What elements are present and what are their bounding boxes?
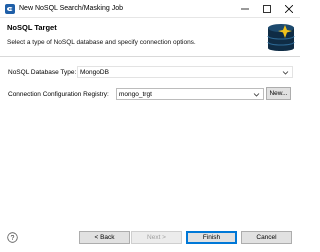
app-icon: [5, 4, 15, 14]
wizard-content: [0, 58, 300, 242]
close-button[interactable]: [278, 0, 300, 18]
back-button[interactable]: < Back: [79, 231, 130, 244]
db-type-value: MongoDB: [80, 69, 109, 76]
page-title: NoSQL Target: [7, 23, 57, 32]
next-button[interactable]: Next >: [131, 231, 182, 244]
database-wizard-graphic: [264, 20, 298, 56]
chevron-down-icon: [253, 91, 260, 98]
wizard-header: NoSQL Target Select a type of NoSQL data…: [0, 18, 300, 57]
cancel-button[interactable]: Cancel: [241, 231, 292, 244]
registry-select[interactable]: mongo_trgt: [116, 88, 264, 100]
help-icon[interactable]: ?: [7, 232, 18, 243]
chevron-down-icon: [282, 69, 289, 76]
registry-label: Connection Configuration Registry:: [8, 91, 109, 98]
title-bar: New NoSQL Search/Masking Job: [0, 0, 300, 18]
finish-button[interactable]: Finish: [186, 231, 237, 244]
page-description: Select a type of NoSQL database and spec…: [7, 39, 196, 46]
db-type-select[interactable]: MongoDB: [77, 66, 293, 78]
registry-value: mongo_trgt: [119, 91, 152, 98]
db-type-label: NoSQL Database Type:: [8, 69, 77, 76]
minimize-button[interactable]: [234, 0, 256, 18]
window-title: New NoSQL Search/Masking Job: [19, 5, 124, 12]
new-registry-button[interactable]: New...: [266, 87, 291, 100]
maximize-button[interactable]: [256, 0, 278, 18]
svg-text:?: ?: [11, 235, 15, 242]
